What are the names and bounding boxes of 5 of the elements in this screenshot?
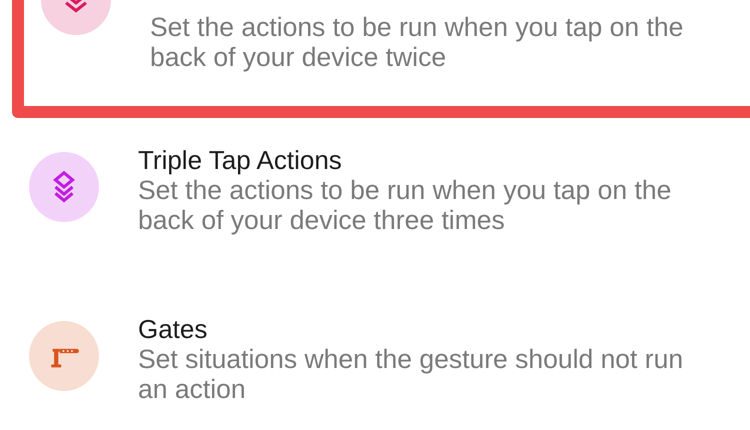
item-title: Gates: [138, 314, 208, 344]
item-description: Set the actions to be run when you tap on the back of your device three times: [138, 175, 672, 235]
item-description: Set situations when the gesture should not run an action: [138, 344, 684, 404]
item-description: Set the actions to be run when you tap on the back of your device twice: [150, 12, 684, 72]
item-title: Triple Tap Actions: [138, 145, 343, 175]
